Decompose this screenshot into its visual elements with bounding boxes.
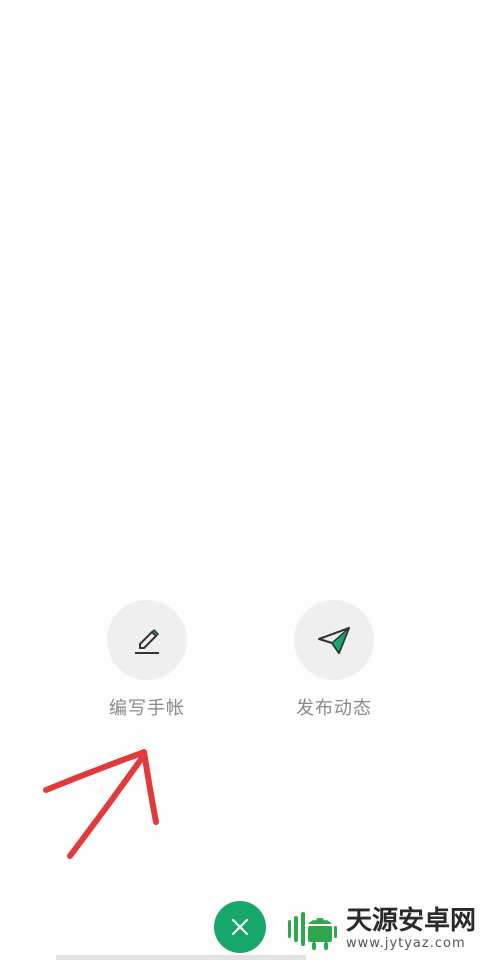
bottom-bar <box>56 955 306 960</box>
watermark-title: 天源安卓网 <box>346 906 477 936</box>
close-button[interactable] <box>214 901 266 953</box>
android-logo <box>288 912 337 950</box>
red-arrow-annotation <box>43 749 159 859</box>
watermark-text: 天源安卓网 www.jytyaz.com <box>346 908 476 950</box>
close-icon <box>231 918 249 936</box>
watermark-url: www.jytyaz.com <box>346 936 466 951</box>
watermark: 天源安卓网 www.jytyaz.com <box>286 906 476 952</box>
